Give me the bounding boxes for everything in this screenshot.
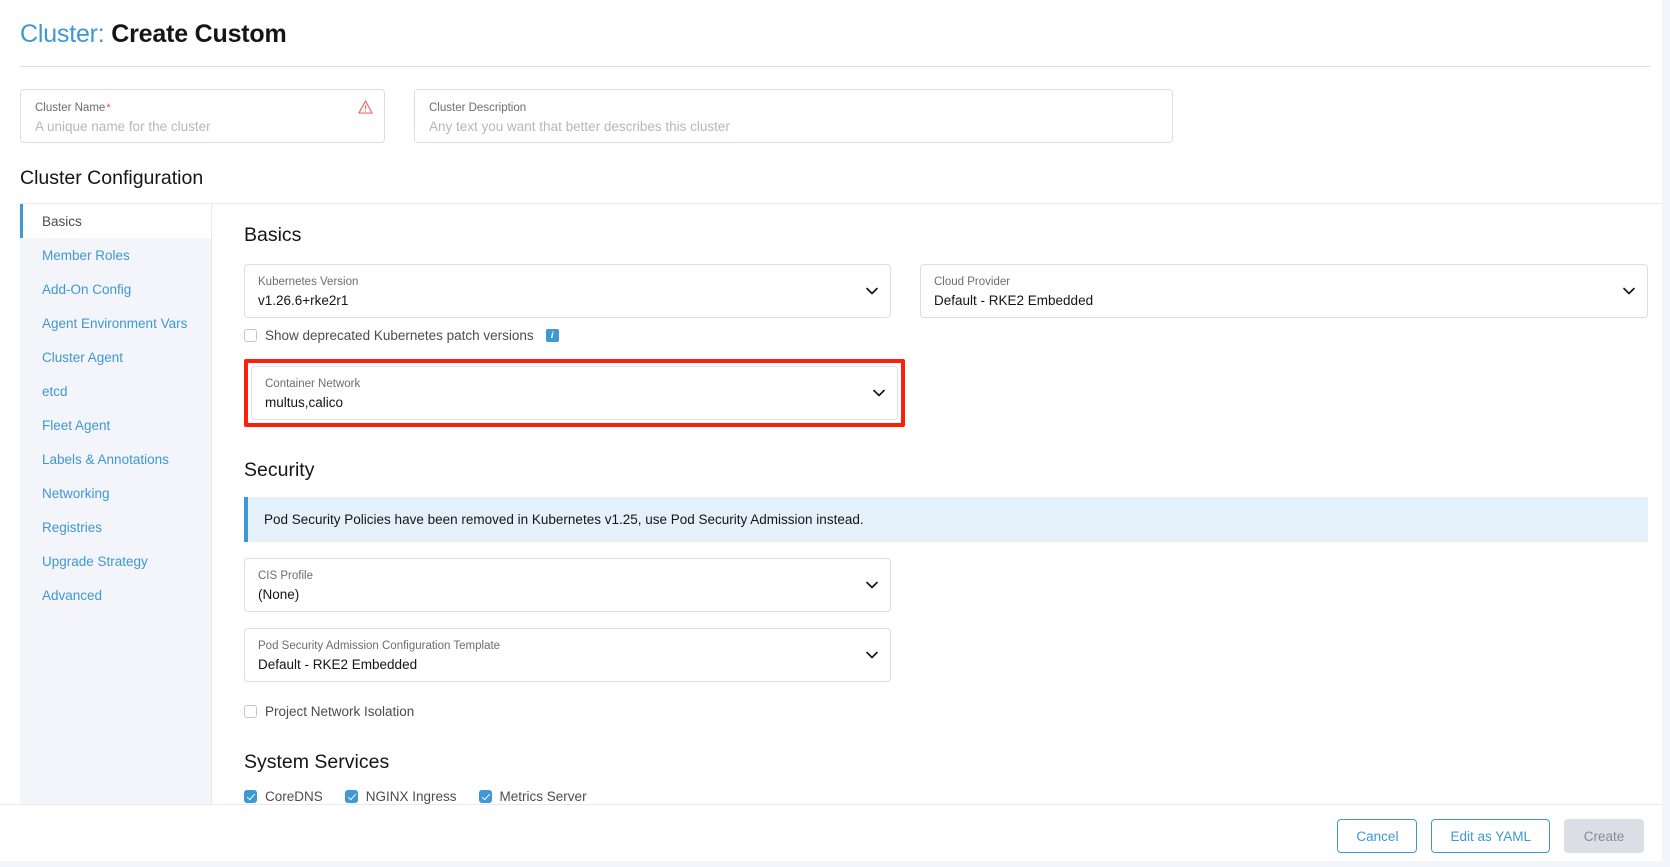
metrics-server-checkbox[interactable]	[478, 790, 492, 803]
cluster-configuration-heading: Cluster Configuration	[20, 167, 204, 189]
page-title: Cluster: Create Custom	[20, 18, 1650, 50]
cluster-name-label: Cluster Name*	[35, 101, 370, 115]
cluster-configuration-panel: Basics Member Roles Add-On Config Agent …	[20, 203, 1670, 867]
tab-upgrade-strategy[interactable]: Upgrade Strategy	[20, 544, 211, 578]
kubernetes-version-value: v1.26.6+rke2r1	[258, 293, 349, 308]
cis-profile-label: CIS Profile	[258, 570, 313, 582]
container-network-label: Container Network	[265, 378, 361, 390]
project-network-isolation-label: Project Network Isolation	[265, 704, 415, 719]
tab-label: Registries	[42, 519, 103, 535]
tab-member-roles[interactable]: Member Roles	[20, 238, 211, 272]
chevron-down-icon	[1623, 287, 1635, 295]
tab-advanced[interactable]: Advanced	[20, 578, 211, 612]
kubernetes-version-label: Kubernetes Version	[258, 276, 359, 288]
cloud-provider-value: Default - RKE2 Embedded	[934, 293, 1094, 308]
container-network-select[interactable]: Container Network multus,calico	[251, 366, 898, 420]
edit-as-yaml-button[interactable]: Edit as YAML	[1431, 819, 1550, 853]
psa-template-label: Pod Security Admission Configuration Tem…	[258, 640, 501, 652]
tab-label: Fleet Agent	[42, 417, 111, 433]
create-cluster-page: Cluster: Create Custom Cluster Name* Clu…	[0, 0, 1670, 867]
tab-label: Networking	[42, 485, 110, 501]
show-deprecated-versions-row[interactable]: Show deprecated Kubernetes patch version…	[244, 328, 1648, 343]
tab-label: Labels & Annotations	[42, 451, 169, 467]
tab-label: Advanced	[42, 587, 103, 603]
system-services-title: System Services	[244, 751, 390, 773]
cluster-name-input[interactable]	[35, 118, 370, 136]
tab-cluster-agent[interactable]: Cluster Agent	[20, 340, 211, 374]
psa-template-select[interactable]: Pod Security Admission Configuration Tem…	[244, 628, 891, 682]
form-footer: Cancel Edit as YAML Create	[0, 804, 1670, 867]
security-title: Security	[244, 459, 315, 481]
cluster-identity-row: Cluster Name* Cluster Description	[0, 67, 1670, 143]
project-network-isolation-row[interactable]: Project Network Isolation	[244, 704, 1648, 719]
cloud-provider-label: Cloud Provider	[934, 276, 1011, 288]
cluster-name-label-text: Cluster Name	[35, 102, 106, 114]
tab-basics[interactable]: Basics	[20, 204, 211, 238]
coredns-label: CoreDNS	[265, 789, 323, 804]
cis-profile-value: (None)	[258, 587, 300, 602]
tab-label: Agent Environment Vars	[42, 315, 188, 331]
kubernetes-version-select[interactable]: Kubernetes Version v1.26.6+rke2r1	[244, 264, 891, 318]
cancel-button[interactable]: Cancel	[1337, 819, 1418, 853]
tab-label: etcd	[42, 383, 68, 399]
chevron-down-icon	[873, 389, 885, 397]
nginx-ingress-checkbox[interactable]	[344, 790, 358, 803]
coredns-checkbox[interactable]	[244, 790, 257, 803]
warning-triangle-icon	[358, 100, 373, 114]
nginx-ingress-label: NGINX Ingress	[365, 789, 457, 804]
tab-label: Upgrade Strategy	[42, 553, 148, 569]
create-button: Create	[1564, 819, 1644, 853]
psa-template-value: Default - RKE2 Embedded	[258, 657, 418, 672]
page-header: Cluster: Create Custom	[0, 0, 1670, 50]
tab-label: Member Roles	[42, 247, 130, 263]
show-deprecated-checkbox[interactable]	[244, 329, 257, 342]
cluster-name-field[interactable]: Cluster Name*	[20, 89, 385, 143]
version-provider-row: Kubernetes Version v1.26.6+rke2r1 Cloud …	[244, 264, 1648, 318]
container-network-highlight: Container Network multus,calico	[244, 359, 905, 427]
cluster-description-field[interactable]: Cluster Description	[414, 89, 1173, 143]
chevron-down-icon	[866, 287, 878, 295]
tab-label: Add-On Config	[42, 281, 132, 297]
tab-networking[interactable]: Networking	[20, 476, 211, 510]
tab-add-on-config[interactable]: Add-On Config	[20, 272, 211, 306]
cluster-description-label: Cluster Description	[429, 102, 527, 114]
tab-fleet-agent[interactable]: Fleet Agent	[20, 408, 211, 442]
cis-profile-select[interactable]: CIS Profile (None)	[244, 558, 891, 612]
pod-security-policy-banner: Pod Security Policies have been removed …	[244, 497, 1648, 542]
tab-labels-annotations[interactable]: Labels & Annotations	[20, 442, 211, 476]
basics-title: Basics	[244, 224, 302, 246]
basics-panel: Basics Kubernetes Version v1.26.6+rke2r1…	[212, 204, 1670, 867]
metrics-server-label: Metrics Server	[499, 789, 587, 804]
page-title-prefix: Cluster:	[20, 20, 105, 48]
tab-etcd[interactable]: etcd	[20, 374, 211, 408]
page-bottom-gutter	[0, 861, 1670, 867]
show-deprecated-label: Show deprecated Kubernetes patch version…	[265, 328, 534, 343]
cloud-provider-select[interactable]: Cloud Provider Default - RKE2 Embedded	[920, 264, 1648, 318]
tab-label: Cluster Agent	[42, 349, 124, 365]
cluster-description-input[interactable]	[429, 118, 1158, 136]
project-network-isolation-checkbox[interactable]	[244, 705, 257, 718]
chevron-down-icon	[866, 581, 878, 589]
info-icon[interactable]: i	[545, 329, 559, 342]
page-right-gutter	[1662, 0, 1670, 867]
container-network-value: multus,calico	[265, 395, 344, 410]
page-title-name: Create Custom	[111, 20, 287, 48]
tab-registries[interactable]: Registries	[20, 510, 211, 544]
required-marker: *	[106, 102, 111, 114]
chevron-down-icon	[866, 651, 878, 659]
config-tab-list: Basics Member Roles Add-On Config Agent …	[20, 204, 212, 867]
tab-label: Basics	[42, 213, 82, 229]
system-services-row: CoreDNS NGINX Ingress Metrics Server	[244, 789, 1648, 804]
tab-agent-environment-vars[interactable]: Agent Environment Vars	[20, 306, 211, 340]
